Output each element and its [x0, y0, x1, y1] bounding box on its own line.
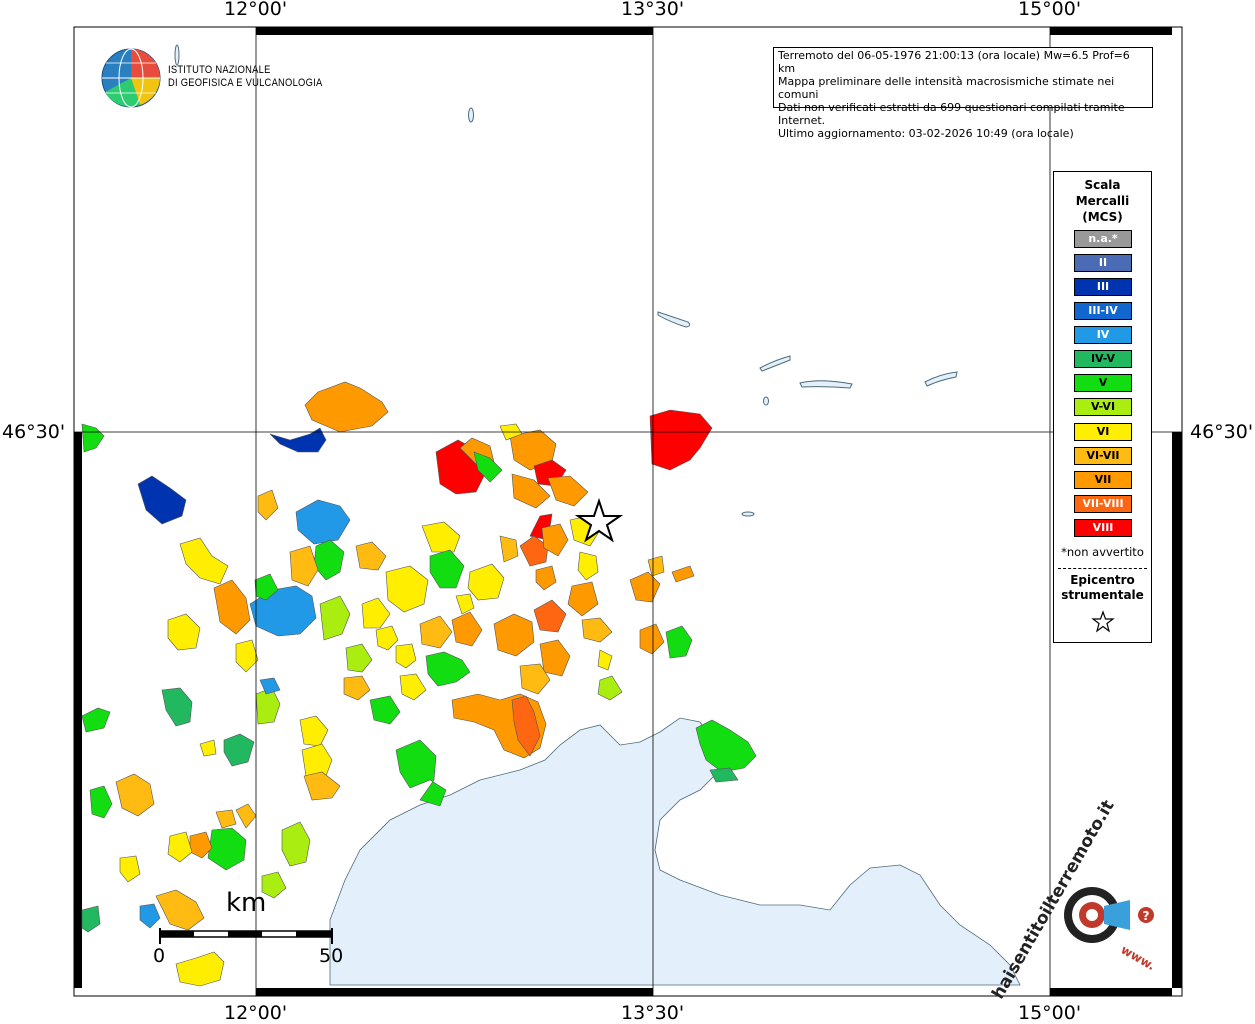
logo-line-2: DI GEOFISICA E VULCANOLOGIA: [168, 77, 323, 89]
axis-left-label: 46°30': [2, 421, 66, 443]
legend-class-viii: VIII: [1074, 519, 1132, 537]
ingv-logo-text: ISTITUTO NAZIONALE DI GEOFISICA E VULCAN…: [168, 64, 322, 90]
legend-class-iv-v: IV-V: [1074, 350, 1132, 368]
ingv-logo-icon: [101, 48, 161, 108]
legend-title: Scala Mercalli (MCS): [1054, 177, 1151, 225]
legend-class-vi-vii: VI-VII: [1074, 447, 1132, 465]
info-line: Terremoto del 06-05-1976 21:00:13 (ora l…: [778, 49, 1130, 75]
legend-class-vii-viii: VII-VIII: [1074, 495, 1132, 513]
legend-class-v-vi: V-VI: [1074, 398, 1132, 416]
legend-epicenter-line: strumentale: [1061, 588, 1144, 602]
frame-bar-bottom-1: [256, 988, 653, 996]
frame-bar-bottom-2: [1050, 988, 1172, 996]
legend-class-ii: II: [1074, 254, 1132, 272]
legend-title-line: Scala: [1084, 178, 1121, 192]
legend-epicenter-line: Epicentro: [1070, 573, 1135, 587]
axis-top-label: 13°30': [621, 0, 685, 20]
info-box: Terremoto del 06-05-1976 21:00:13 (ora l…: [773, 47, 1153, 140]
legend-star-icon: [1091, 610, 1115, 633]
legend-class-iii-iv: III-IV: [1074, 302, 1132, 320]
lake: [741, 511, 755, 517]
legend-title-line: (MCS): [1082, 210, 1123, 224]
legend-class-vi: VI: [1074, 423, 1132, 441]
lake: [174, 44, 180, 66]
svg-text:?: ?: [1143, 909, 1150, 923]
legend-not-felt-note: *non avvertito: [1061, 545, 1144, 559]
frame-bar-left: [74, 432, 82, 988]
legend-class-iv: IV: [1074, 326, 1132, 344]
frame-bar-top-1: [256, 27, 653, 35]
scale-end-label: 50: [319, 945, 344, 967]
scale-unit-label: km: [226, 888, 267, 918]
legend: Scala Mercalli (MCS) n.a.* II III III-IV…: [1053, 171, 1152, 643]
legend-class-v: V: [1074, 374, 1132, 392]
legend-class-vii: VII: [1074, 471, 1132, 489]
lake: [468, 107, 474, 123]
info-line: Ultimo aggiornamento: 03-02-2026 10:49 (…: [778, 127, 1074, 140]
axis-bottom-label: 12°00': [224, 1002, 288, 1024]
axis-bottom-label: 15°00': [1018, 1002, 1082, 1024]
lake: [763, 396, 769, 406]
axis-right-label: 46°30': [1190, 421, 1254, 443]
axis-top-label: 12°00': [224, 0, 288, 20]
axis-bottom-label: 13°30': [621, 1002, 685, 1024]
scale-start-label: 0: [153, 945, 166, 967]
frame-bar-right: [1172, 432, 1182, 988]
logo-line-1: ISTITUTO NAZIONALE: [168, 64, 271, 76]
frame-bar-top-2: [1050, 27, 1172, 35]
info-line: Mappa preliminare delle intensità macros…: [778, 75, 1115, 101]
legend-epicenter-label: Epicentro strumentale: [1054, 573, 1151, 603]
legend-divider: [1058, 568, 1147, 569]
legend-title-line: Mercalli: [1075, 194, 1130, 208]
legend-class-na: n.a.*: [1074, 230, 1132, 248]
info-line: Dati non verificati estratti da 699 ques…: [778, 101, 1125, 127]
legend-class-iii: III: [1074, 278, 1132, 296]
axis-top-label: 15°00': [1018, 0, 1082, 20]
